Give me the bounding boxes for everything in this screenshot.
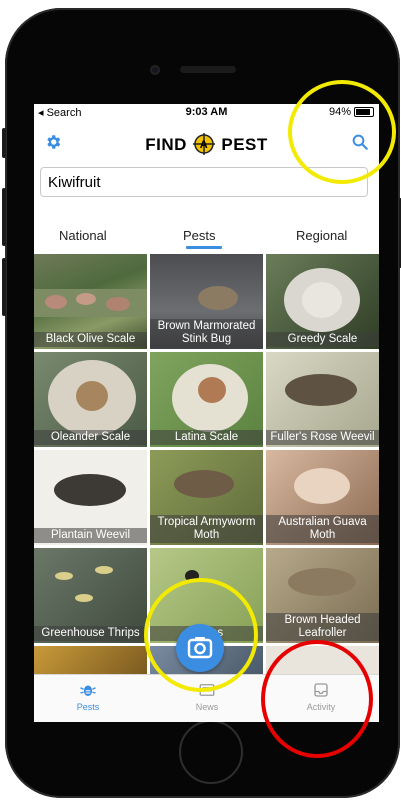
- pest-tile[interactable]: Oleander Scale: [34, 352, 147, 447]
- earpiece-speaker: [180, 66, 236, 73]
- crosshair-logo-icon: A: [193, 133, 216, 155]
- tab-national[interactable]: National: [59, 228, 107, 243]
- pest-tile[interactable]: Tropical Armyworm Moth: [150, 450, 263, 545]
- logo-word-pest: PEST: [221, 135, 268, 154]
- yellow-highlight-ring-camera: [144, 578, 258, 692]
- pest-name: Greenhouse Thrips: [34, 626, 147, 641]
- pest-name: Tropical Armyworm Moth: [150, 515, 263, 543]
- red-highlight-ring-activity: [261, 640, 373, 758]
- front-camera: [150, 65, 160, 75]
- pest-name: Fuller's Rose Weevil: [266, 430, 379, 445]
- tab-pests[interactable]: Pests: [183, 228, 216, 243]
- pest-name: Black Olive Scale: [34, 332, 147, 347]
- pest-name: Plantain Weevil: [34, 528, 147, 543]
- logo-word-find: FIND: [145, 135, 187, 154]
- active-tab-indicator: [186, 246, 222, 249]
- pest-name: Greedy Scale: [266, 332, 379, 347]
- pest-tile[interactable]: Plantain Weevil: [34, 450, 147, 545]
- home-button[interactable]: [179, 720, 243, 784]
- mute-switch: [2, 128, 6, 158]
- pest-tile[interactable]: Greenhouse Thrips: [34, 548, 147, 643]
- pest-name: Latina Scale: [150, 430, 263, 445]
- pest-tile[interactable]: Brown Headed Leafroller: [266, 548, 379, 643]
- pest-tile[interactable]: Black Olive Scale: [34, 254, 147, 349]
- pest-name: Australian Guava Moth: [266, 515, 379, 543]
- pest-tile[interactable]: Brown Marmorated Stink Bug: [150, 254, 263, 349]
- segment-tabs: National Pests Regional: [34, 222, 379, 250]
- pest-name: Brown Headed Leafroller: [266, 613, 379, 641]
- pest-name: Oleander Scale: [34, 430, 147, 445]
- pest-tile[interactable]: [34, 646, 147, 676]
- pest-tile[interactable]: Latina Scale: [150, 352, 263, 447]
- pest-tile[interactable]: Fuller's Rose Weevil: [266, 352, 379, 447]
- pest-name: Brown Marmorated Stink Bug: [150, 319, 263, 347]
- tab-regional[interactable]: Regional: [296, 228, 347, 243]
- tabbar-item-pests[interactable]: Pests: [58, 681, 118, 712]
- volume-up-button: [2, 188, 6, 246]
- logo-letter-a: A: [200, 139, 208, 151]
- pest-tile[interactable]: Greedy Scale: [266, 254, 379, 349]
- yellow-highlight-ring-search: [288, 80, 396, 184]
- tabbar-label-news: News: [195, 702, 219, 712]
- tabbar-label-pests: Pests: [76, 702, 100, 712]
- pest-tile[interactable]: Australian Guava Moth: [266, 450, 379, 545]
- bug-icon: [80, 685, 96, 696]
- volume-down-button: [2, 258, 6, 316]
